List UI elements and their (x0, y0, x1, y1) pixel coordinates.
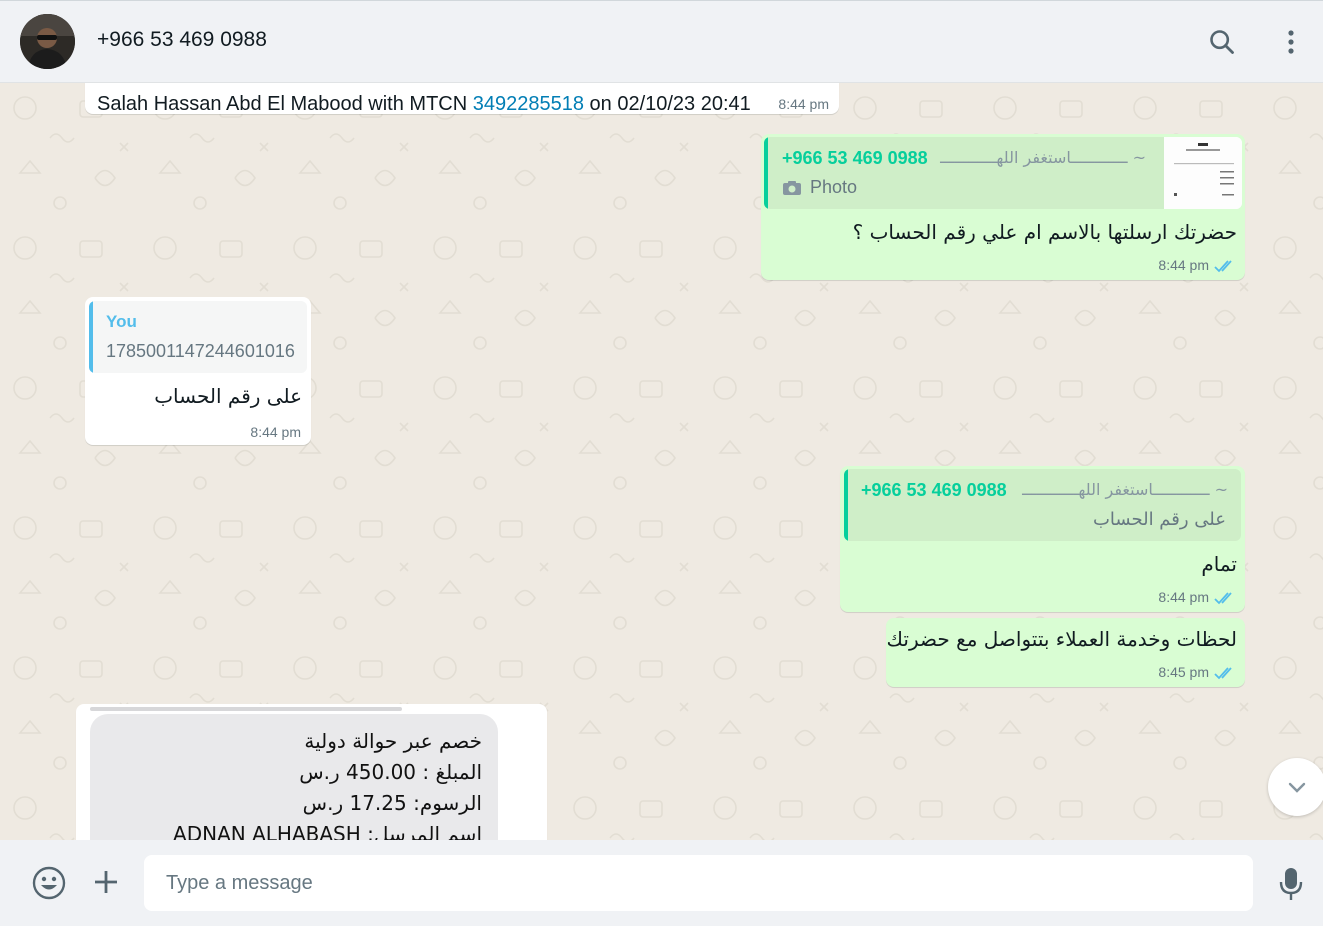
quote-bar (89, 301, 93, 373)
message-incoming[interactable]: Salah Hassan Abd El Mabood with MTCN 349… (85, 83, 839, 115)
plus-icon[interactable] (88, 864, 124, 900)
camera-icon (783, 180, 801, 195)
message-text: على رقم الحساب (154, 384, 302, 408)
quote-pushname: ~ ــــــــــــاستغفر اللهــــــــــــ (940, 148, 1146, 167)
message-text: لحظات وخدمة العملاء بتتواصل مع حضرتك (886, 627, 1237, 651)
message-outgoing[interactable]: +966 53 469 0988 ~ ــــــــــــاستغفر ال… (761, 134, 1245, 280)
message-time: 8:44 pm (778, 96, 829, 112)
quote-author: +966 53 469 0988 (782, 148, 928, 168)
quote-bar (844, 469, 848, 541)
sms-line: خصم عبر حوالة دولية (304, 729, 482, 753)
message-time: 8:44 pm (1158, 589, 1236, 605)
message-incoming[interactable]: You 1785001147244601016 على رقم الحساب 8… (85, 297, 311, 445)
sms-screenshot[interactable]: خصم عبر حوالة دولية المبلغ : 450.00 ر.س … (90, 714, 498, 840)
message-outgoing[interactable]: +966 53 469 0988 ~ ــــــــــــاستغفر ال… (840, 466, 1245, 612)
message-time: 8:44 pm (250, 424, 301, 440)
message-text: Salah Hassan Abd El Mabood with MTCN 349… (97, 93, 751, 115)
photo-thumbnail[interactable] (1164, 137, 1242, 209)
quoted-message[interactable]: +966 53 469 0988 ~ ــــــــــــاستغفر ال… (764, 137, 1242, 209)
message-incoming-image[interactable]: خصم عبر حوالة دولية المبلغ : 450.00 ر.س … (76, 704, 547, 840)
sms-text: خصم عبر حوالة دولية المبلغ : 450.00 ر.س … (173, 726, 482, 840)
microphone-icon[interactable] (1274, 864, 1308, 904)
message-time: 8:45 pm (1158, 664, 1236, 680)
message-text: حضرتك ارسلتها بالاسم ام علي رقم الحساب ؟ (852, 220, 1237, 244)
sms-line: الرسوم: 17.25 ر.س (302, 791, 482, 815)
read-ticks-icon (1214, 592, 1232, 605)
message-outgoing[interactable]: لحظات وخدمة العملاء بتتواصل مع حضرتك 8:4… (886, 618, 1245, 687)
sms-line: اسم المرسل: ADNAN ALHABASH (173, 822, 482, 840)
message-time: 8:44 pm (1158, 257, 1236, 273)
scroll-to-bottom-button[interactable] (1268, 758, 1323, 816)
quote-pushname: ~ ــــــــــــاستغفر اللهــــــــــــ (1022, 480, 1228, 499)
quote-author: +966 53 469 0988 (861, 480, 1007, 500)
document-photo (1164, 137, 1242, 209)
sms-line: المبلغ : 450.00 ر.س (299, 760, 482, 784)
emoji-icon[interactable] (30, 864, 68, 902)
quoted-message[interactable]: You 1785001147244601016 (89, 301, 307, 373)
search-icon[interactable] (1205, 25, 1239, 59)
read-ticks-icon (1214, 260, 1232, 273)
kebab-menu-icon[interactable] (1274, 25, 1308, 59)
chat-area[interactable]: Salah Hassan Abd El Mabood with MTCN 349… (0, 83, 1323, 840)
message-input[interactable] (144, 855, 1253, 911)
avatar[interactable] (20, 14, 75, 69)
quote-author: You (106, 312, 137, 331)
read-ticks-icon (1214, 667, 1232, 680)
chevron-down-icon (1288, 782, 1306, 793)
quote-media-label: Photo (782, 177, 857, 198)
quote-text: 1785001147244601016 (106, 341, 295, 361)
contact-name[interactable]: +966 53 469 0988 (97, 28, 267, 52)
quoted-message[interactable]: +966 53 469 0988 ~ ــــــــــــاستغفر ال… (844, 469, 1241, 541)
message-text: تمام (1201, 552, 1237, 576)
avatar-photo (20, 14, 75, 69)
quote-text: على رقم الحساب (1092, 509, 1226, 530)
image-top-edge (90, 707, 402, 711)
chat-header: +966 53 469 0988 (0, 0, 1323, 83)
quote-bar (764, 137, 768, 209)
composer-bar (0, 840, 1323, 926)
mtcn-link[interactable]: 3492285518 (473, 93, 584, 115)
